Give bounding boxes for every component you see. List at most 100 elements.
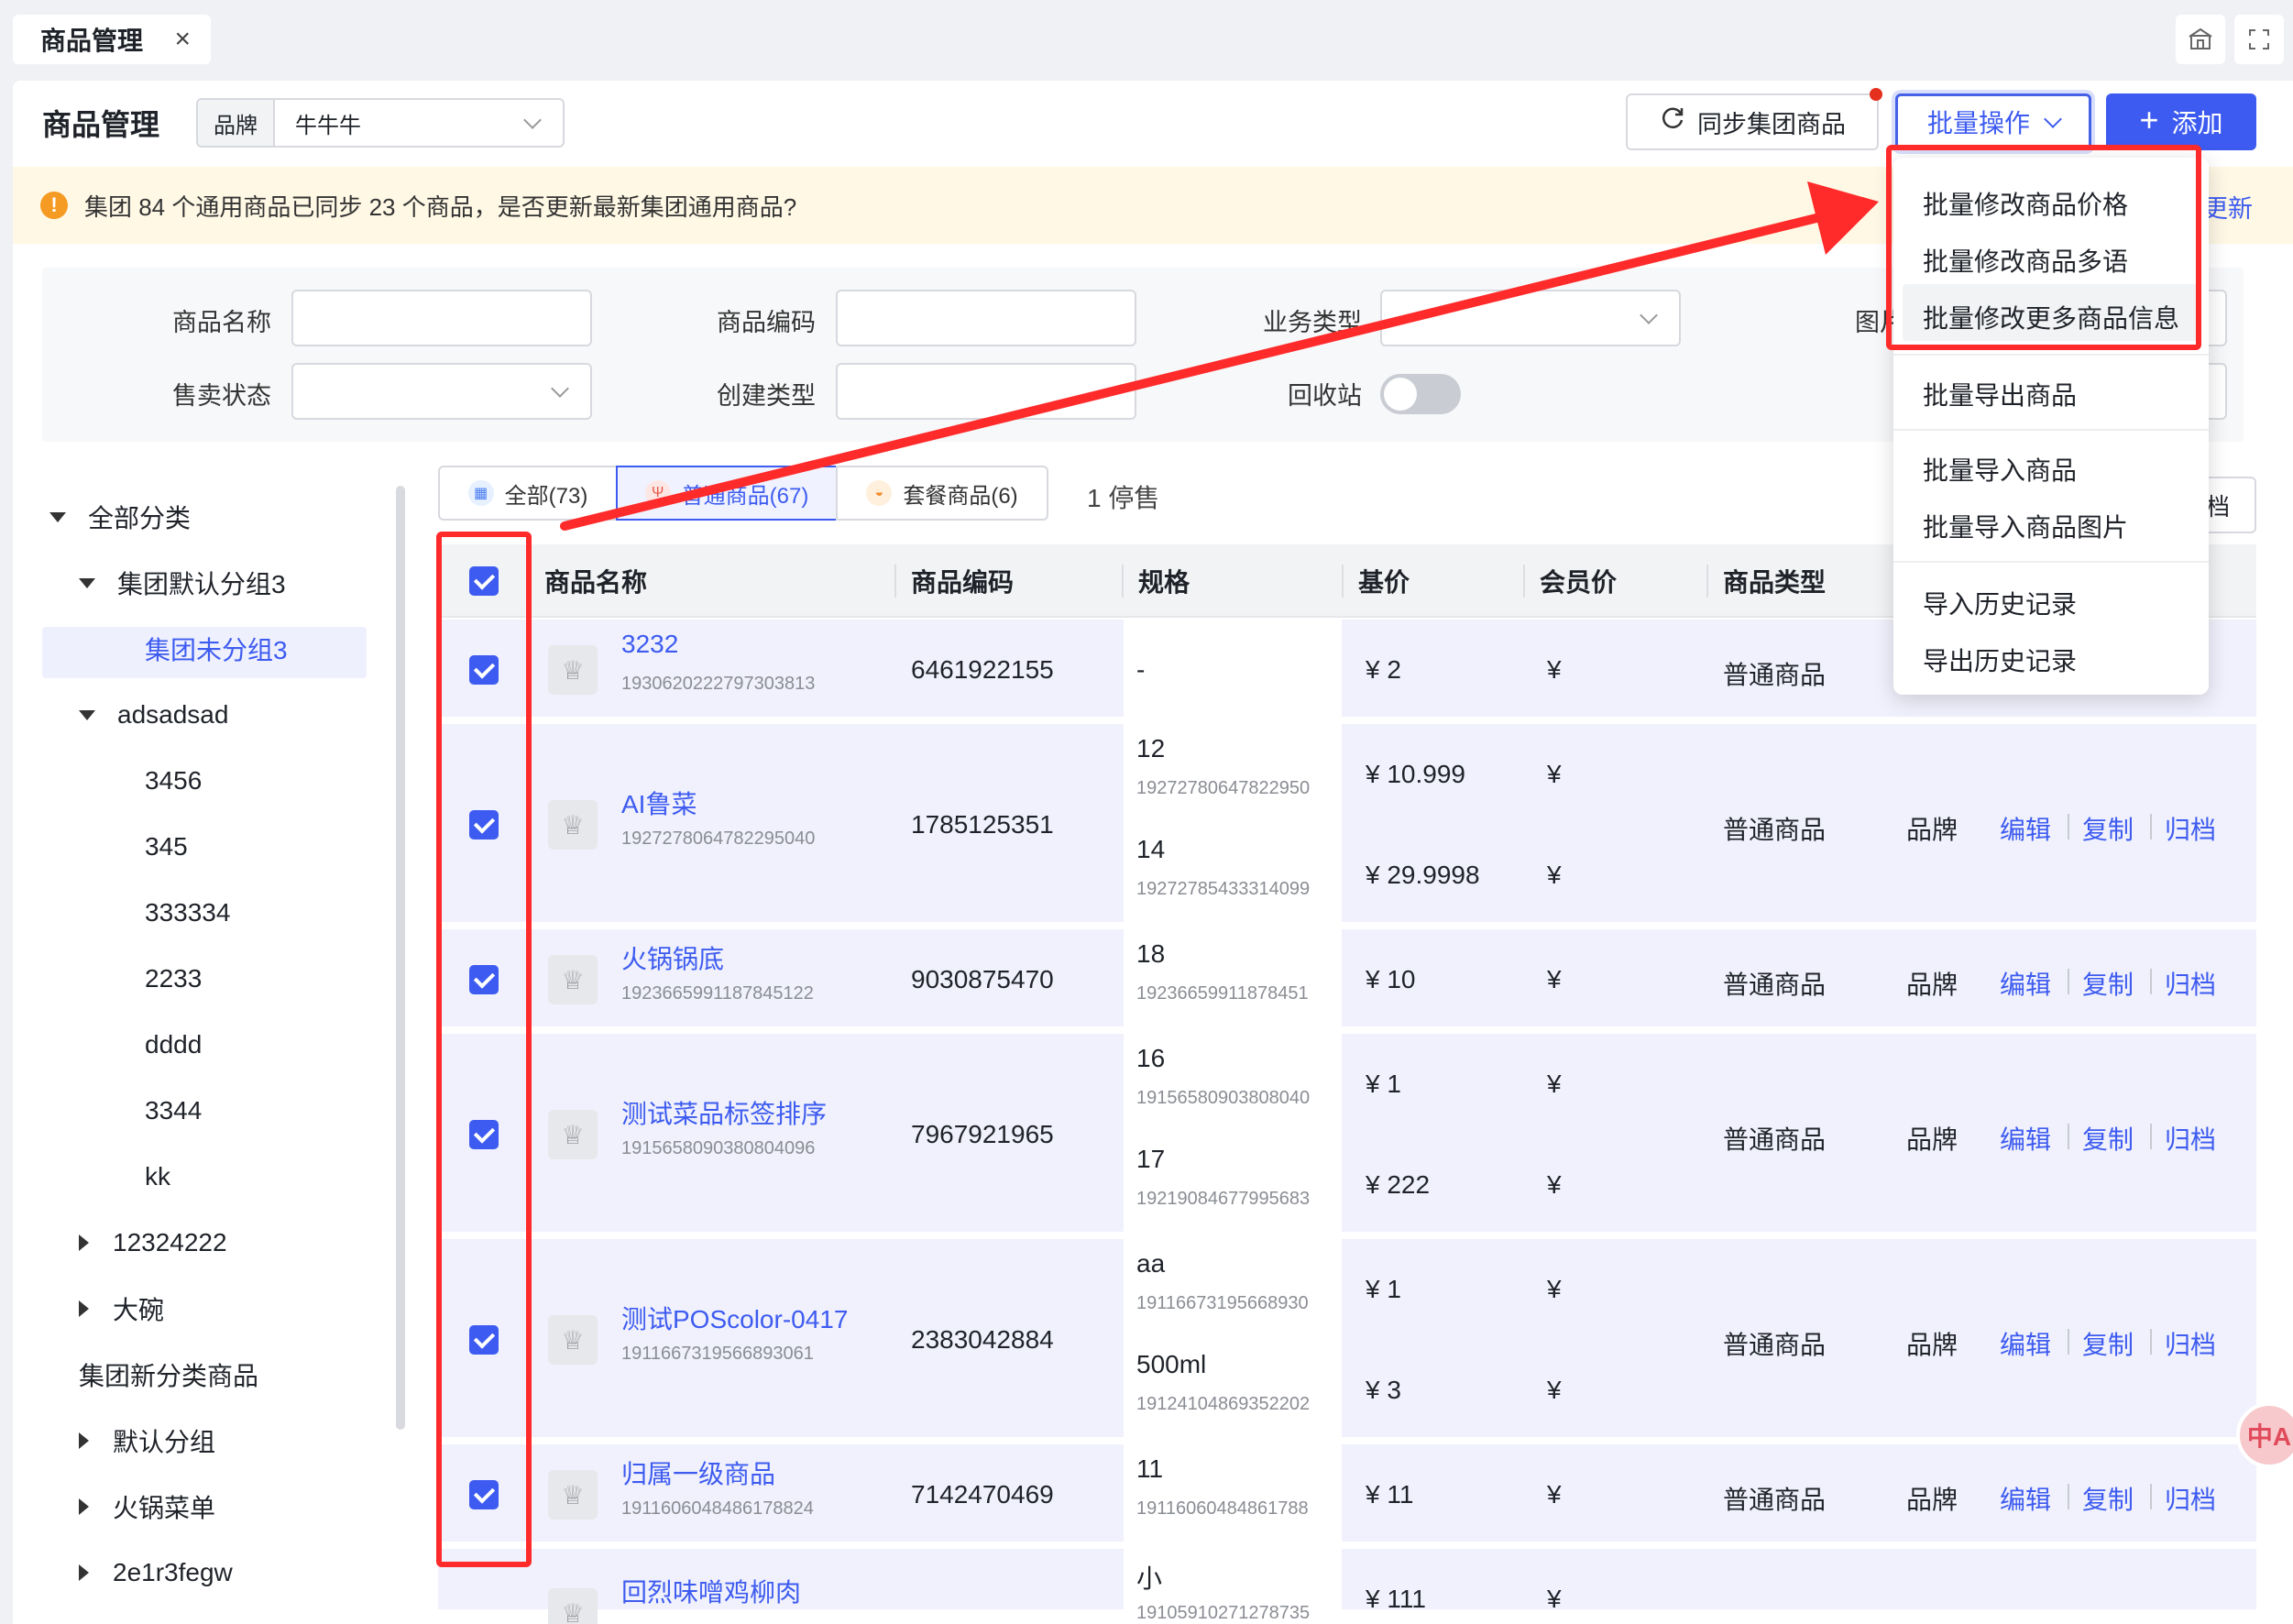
product-name-link[interactable]: AI鲁菜: [621, 785, 697, 821]
spec-name: 500ml: [1136, 1350, 1207, 1378]
edit-action[interactable]: 编辑: [2000, 965, 2051, 1002]
product-name-link[interactable]: 3232: [621, 630, 678, 659]
base-price: ¥ 111: [1366, 1585, 1426, 1613]
product-name-link[interactable]: 回烈味噌鸡柳肉: [621, 1573, 801, 1609]
notice-text: 集团 84 个通用商品已同步 23 个商品，是否更新最新集团通用商品?: [84, 192, 797, 221]
brand-action[interactable]: 品牌: [1906, 1120, 1958, 1157]
copy-action[interactable]: 复制: [2082, 1120, 2134, 1157]
fullscreen-icon[interactable]: [2234, 15, 2284, 64]
sync-group-products-button[interactable]: 同步集团商品: [1626, 93, 1879, 150]
tree-item[interactable]: 345: [145, 823, 188, 871]
menu-item[interactable]: 批量导入商品: [1923, 451, 2077, 488]
tree-item[interactable]: 2233: [145, 955, 202, 1003]
tree-item[interactable]: 火锅菜单: [79, 1483, 215, 1531]
translate-float-button[interactable]: 中A: [2236, 1402, 2293, 1468]
tab-all[interactable]: ▦ 全部(73): [438, 466, 618, 521]
tree-item[interactable]: 全部分类: [49, 493, 191, 541]
tree-item[interactable]: 333334: [145, 889, 230, 937]
product-type: 普通商品: [1723, 1331, 1827, 1359]
product-image-placeholder-icon: ♕: [548, 800, 598, 850]
table-row[interactable]: ♕ AI鲁菜 1927278064782295040 1785125351 12 1927…: [438, 724, 2256, 926]
archive-action[interactable]: 归档: [2165, 810, 2216, 847]
brand-action[interactable]: 品牌: [1906, 965, 1958, 1002]
product-code-input[interactable]: [836, 290, 1136, 346]
copy-action[interactable]: 复制: [2082, 1480, 2134, 1517]
table-row[interactable]: ♕ 火锅锅底 1923665991187845122 9030875470 18 1923…: [438, 929, 2256, 1030]
spec-name: 16: [1136, 1044, 1166, 1072]
tree-item[interactable]: 集团默认分组3: [79, 559, 286, 607]
business-type-select[interactable]: [1380, 290, 1681, 346]
tree-item[interactable]: adsadsad: [79, 691, 228, 739]
tree-item[interactable]: 3456: [145, 757, 202, 805]
spec-id: 19116673195668930: [1136, 1293, 1309, 1313]
tree-item[interactable]: kk: [145, 1153, 170, 1201]
tree-item[interactable]: 集团未分组3: [145, 625, 288, 673]
tree-item-label: 345: [145, 832, 188, 861]
tree-item[interactable]: 默认分组: [79, 1417, 215, 1465]
add-button[interactable]: + 添加: [2106, 93, 2256, 150]
copy-action[interactable]: 复制: [2082, 965, 2134, 1002]
table-row[interactable]: ♕ 回烈味噌鸡柳肉 小 19105910271278735 ¥ 111 ¥: [438, 1549, 2256, 1624]
product-name-input[interactable]: [291, 290, 592, 346]
archive-action[interactable]: 归档: [2165, 1325, 2216, 1362]
menu-item[interactable]: 批量导出商品: [1923, 376, 2077, 412]
tree-item[interactable]: 2e1r3fegw: [79, 1549, 233, 1597]
combo-icon: ◒: [866, 480, 893, 506]
caret-down-icon[interactable]: [49, 511, 66, 522]
close-icon[interactable]: ×: [174, 24, 191, 55]
sale-status-select[interactable]: [291, 363, 592, 420]
edit-action[interactable]: 编辑: [2000, 1480, 2051, 1517]
product-type: 普通商品: [1723, 816, 1827, 844]
tab-normal[interactable]: Ψ 普通商品(67): [616, 466, 838, 521]
page-title: 商品管理: [42, 108, 160, 141]
menu-item[interactable]: 导出历史记录: [1923, 642, 2077, 678]
product-name-link[interactable]: 归属一级商品: [621, 1454, 775, 1491]
tab-product-management[interactable]: 商品管理 ×: [13, 15, 211, 64]
caret-right-icon[interactable]: [79, 1498, 89, 1515]
member-price: ¥: [1547, 861, 1562, 889]
product-image-placeholder-icon: ♕: [548, 1110, 598, 1159]
archive-action[interactable]: 归档: [2165, 1480, 2216, 1517]
action-divider: [2150, 1124, 2152, 1149]
edit-action[interactable]: 编辑: [2000, 1325, 2051, 1362]
tree-item[interactable]: dddd: [145, 1021, 202, 1069]
caret-right-icon[interactable]: [79, 1300, 89, 1317]
caret-down-icon[interactable]: [79, 577, 95, 588]
recycle-bin-toggle[interactable]: [1380, 374, 1461, 414]
tree-item[interactable]: 3344: [145, 1087, 202, 1135]
edit-action[interactable]: 编辑: [2000, 1120, 2051, 1157]
product-image-placeholder-icon: ♕: [548, 1588, 598, 1624]
menu-item[interactable]: 导入历史记录: [1923, 585, 2077, 621]
tree-scrollbar[interactable]: [396, 486, 405, 1430]
caret-down-icon[interactable]: [79, 709, 95, 720]
product-name-link[interactable]: 测试POScolor-0417: [621, 1300, 848, 1336]
caret-right-icon[interactable]: [79, 1432, 89, 1449]
batch-operations-button[interactable]: 批量操作: [1895, 93, 2091, 150]
chevron-down-icon: [1640, 306, 1658, 324]
edit-action[interactable]: 编辑: [2000, 810, 2051, 847]
tree-item[interactable]: 大碗: [79, 1285, 164, 1333]
copy-action[interactable]: 复制: [2082, 810, 2134, 847]
caret-right-icon[interactable]: [79, 1234, 89, 1251]
archive-action[interactable]: 归档: [2165, 1120, 2216, 1157]
tree-item[interactable]: 集团新分类商品: [79, 1351, 258, 1399]
caret-right-icon[interactable]: [79, 1564, 89, 1581]
brand-action[interactable]: 品牌: [1906, 1480, 1958, 1517]
table-row[interactable]: ♕ 测试菜品标签排序 1915658090380804096 7967921965 16…: [438, 1034, 2256, 1235]
menu-item[interactable]: 批量导入商品图片: [1923, 508, 2128, 544]
copy-action[interactable]: 复制: [2082, 1325, 2134, 1362]
create-type-select[interactable]: [836, 363, 1136, 420]
tree-item[interactable]: 12324222: [79, 1219, 227, 1267]
brand-action[interactable]: 品牌: [1906, 810, 1958, 847]
table-row[interactable]: ♕ 测试POScolor-0417 1911667319566893061 23830…: [438, 1239, 2256, 1441]
product-name-link[interactable]: 测试菜品标签排序: [621, 1094, 827, 1131]
base-price: ¥ 11: [1366, 1480, 1414, 1509]
update-link[interactable]: 更新: [2203, 189, 2253, 225]
table-row[interactable]: ♕ 归属一级商品 1911606048486178824 7142470469 11 19…: [438, 1444, 2256, 1545]
home-icon[interactable]: [2176, 15, 2225, 64]
brand-select[interactable]: 品牌 牛牛牛: [196, 98, 565, 148]
brand-action[interactable]: 品牌: [1906, 1325, 1958, 1362]
tab-combo[interactable]: ◒ 套餐商品(6): [836, 466, 1048, 521]
archive-action[interactable]: 归档: [2165, 965, 2216, 1002]
product-name-link[interactable]: 火锅锅底: [621, 939, 724, 976]
